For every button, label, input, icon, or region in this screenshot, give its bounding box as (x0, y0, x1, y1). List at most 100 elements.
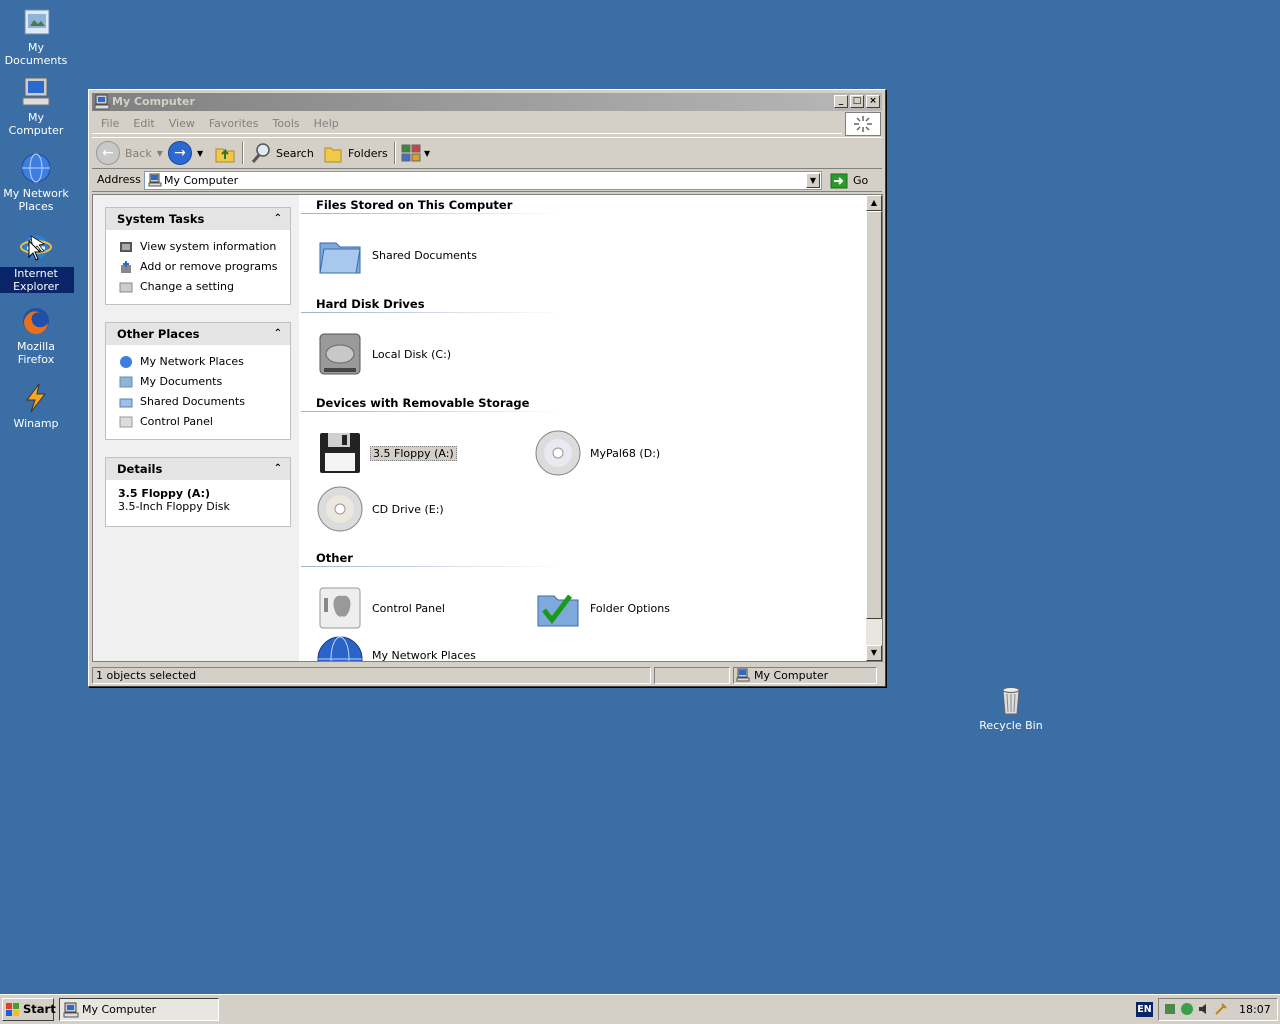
item-local-disk-c[interactable]: Local Disk (C:) (316, 330, 453, 378)
collapse-icon[interactable]: ⌃ (274, 323, 282, 345)
scroll-down-button[interactable]: ▼ (866, 645, 882, 661)
place-my-network-places[interactable]: My Network Places (106, 352, 290, 372)
views-button[interactable]: ▼ (400, 140, 430, 166)
task-label: Add or remove programs (140, 260, 278, 273)
status-zone-label: My Computer (754, 669, 829, 682)
go-label: Go (853, 174, 869, 187)
item-label: Local Disk (C:) (372, 347, 452, 361)
menu-view[interactable]: View (169, 113, 195, 135)
go-button[interactable]: Go (830, 171, 868, 190)
minimize-button[interactable]: _ (834, 95, 848, 108)
clock[interactable]: 18:07 (1239, 1003, 1271, 1016)
desktop-icon-my-network-places[interactable]: My Network Places (0, 152, 74, 213)
desktop-icon-label: My Computer (8, 111, 64, 137)
search-button[interactable]: Search (250, 140, 314, 166)
desktop-icon-winamp[interactable]: Winamp (0, 382, 74, 430)
collapse-icon[interactable]: ⌃ (274, 208, 282, 230)
item-control-panel[interactable]: Control Panel (316, 584, 447, 632)
desktop-icon-label: My Network Places (3, 187, 69, 213)
menu-edit[interactable]: Edit (133, 113, 154, 135)
menu-file[interactable]: File (101, 113, 119, 135)
up-button[interactable] (214, 140, 236, 166)
winamp-icon (19, 382, 53, 414)
other-places-header[interactable]: Other Places ⌃ (106, 323, 290, 345)
item-label: Control Panel (372, 601, 445, 615)
window-title: My Computer (112, 95, 195, 108)
item-shared-documents[interactable]: Shared Documents (316, 231, 479, 279)
system-tasks-header[interactable]: System Tasks ⌃ (106, 208, 290, 230)
details-title: Details (117, 462, 163, 476)
group-title-hdd: Hard Disk Drives (316, 297, 425, 311)
menu-tools[interactable]: Tools (273, 113, 300, 135)
views-dropdown-icon[interactable]: ▼ (424, 149, 430, 158)
folders-button[interactable]: Folders (322, 140, 388, 166)
system-tray: 18:07 (1158, 998, 1278, 1021)
item-floppy-a[interactable]: 3.5 Floppy (A:) (316, 429, 457, 477)
desktop-icon-my-computer[interactable]: My Computer (0, 76, 74, 137)
menu-help[interactable]: Help (314, 113, 339, 135)
desktop-icon-label: Mozilla Firefox (17, 340, 55, 366)
vertical-scrollbar[interactable]: ▲ ▼ (866, 195, 882, 661)
item-folder-options[interactable]: Folder Options (534, 584, 672, 632)
windows-logo-icon (6, 1003, 19, 1016)
forward-dropdown-icon[interactable]: ▼ (197, 149, 203, 158)
maximize-button[interactable]: □ (850, 95, 864, 108)
floppy-disk-icon (316, 429, 364, 477)
forward-button[interactable]: → ▼ (168, 140, 203, 166)
close-button[interactable]: × (866, 95, 880, 108)
address-input[interactable]: My Computer ▼ (144, 171, 822, 190)
task-label: View system information (140, 240, 277, 253)
tray-icon-security[interactable] (1180, 1002, 1194, 1016)
taskbar-button-my-computer[interactable]: My Computer (59, 998, 219, 1021)
scroll-up-button[interactable]: ▲ (866, 195, 882, 211)
address-value: My Computer (164, 174, 239, 187)
task-view-system-information[interactable]: View system information (106, 237, 290, 257)
system-info-icon (119, 240, 133, 254)
system-tasks-panel: System Tasks ⌃ View system information Ad… (105, 207, 291, 305)
status-bar: 1 objects selected My Computer (92, 666, 882, 685)
collapse-icon[interactable]: ⌃ (274, 458, 282, 480)
menu-favorites[interactable]: Favorites (209, 113, 259, 135)
address-dropdown-button[interactable]: ▼ (806, 173, 820, 188)
place-label: Shared Documents (140, 395, 245, 408)
scroll-thumb[interactable] (866, 211, 882, 619)
item-cd-drive-e[interactable]: CD Drive (E:) (316, 485, 446, 533)
group-title-stored: Files Stored on This Computer (316, 198, 513, 212)
control-panel-icon (119, 415, 133, 429)
add-remove-icon (119, 260, 133, 274)
desktop-icon-my-documents[interactable]: My Documents (0, 6, 74, 67)
item-my-network-places[interactable]: My Network Places (316, 635, 478, 662)
task-change-setting[interactable]: Change a setting (106, 277, 290, 297)
back-button[interactable]: ← Back ▼ (96, 140, 163, 166)
language-indicator[interactable]: EN (1136, 1002, 1153, 1017)
desktop-icon-mozilla-firefox[interactable]: Mozilla Firefox (0, 305, 74, 366)
place-control-panel[interactable]: Control Panel (106, 412, 290, 432)
title-bar[interactable]: My Computer _ □ × (92, 93, 882, 111)
task-add-remove-programs[interactable]: Add or remove programs (106, 257, 290, 277)
my-computer-small-icon (736, 668, 750, 682)
back-dropdown-icon[interactable]: ▼ (157, 149, 163, 158)
group-title-other: Other (316, 551, 353, 565)
tray-icon-tools[interactable] (1214, 1002, 1228, 1016)
folders-icon (324, 147, 342, 163)
details-type: 3.5-Inch Floppy Disk (118, 500, 230, 513)
my-computer-window[interactable]: My Computer _ □ × File Edit View Favorites T… (88, 89, 886, 687)
other-places-panel: Other Places ⌃ My Network Places My Docum… (105, 322, 291, 440)
group-divider (301, 566, 563, 567)
details-name: 3.5 Floppy (A:) (118, 487, 211, 500)
tray-icon-network[interactable] (1163, 1002, 1177, 1016)
globe-icon (19, 152, 53, 184)
taskbar: Start My Computer EN 18:07 (0, 994, 1280, 1024)
toolbar-separator (242, 142, 244, 164)
item-mypal68-d[interactable]: MyPal68 (D:) (534, 429, 662, 477)
search-label: Search (276, 146, 314, 160)
standard-toolbar: ← Back ▼ → ▼ Search Folders ▼ (92, 137, 882, 169)
place-my-documents[interactable]: My Documents (106, 372, 290, 392)
desktop-icon-recycle-bin[interactable]: Recycle Bin (973, 684, 1049, 732)
start-button[interactable]: Start (2, 998, 56, 1021)
item-label: My Network Places (372, 649, 476, 662)
shared-documents-icon (119, 395, 133, 409)
place-shared-documents[interactable]: Shared Documents (106, 392, 290, 412)
tray-icon-volume[interactable] (1197, 1002, 1211, 1016)
details-header[interactable]: Details ⌃ (106, 458, 290, 480)
